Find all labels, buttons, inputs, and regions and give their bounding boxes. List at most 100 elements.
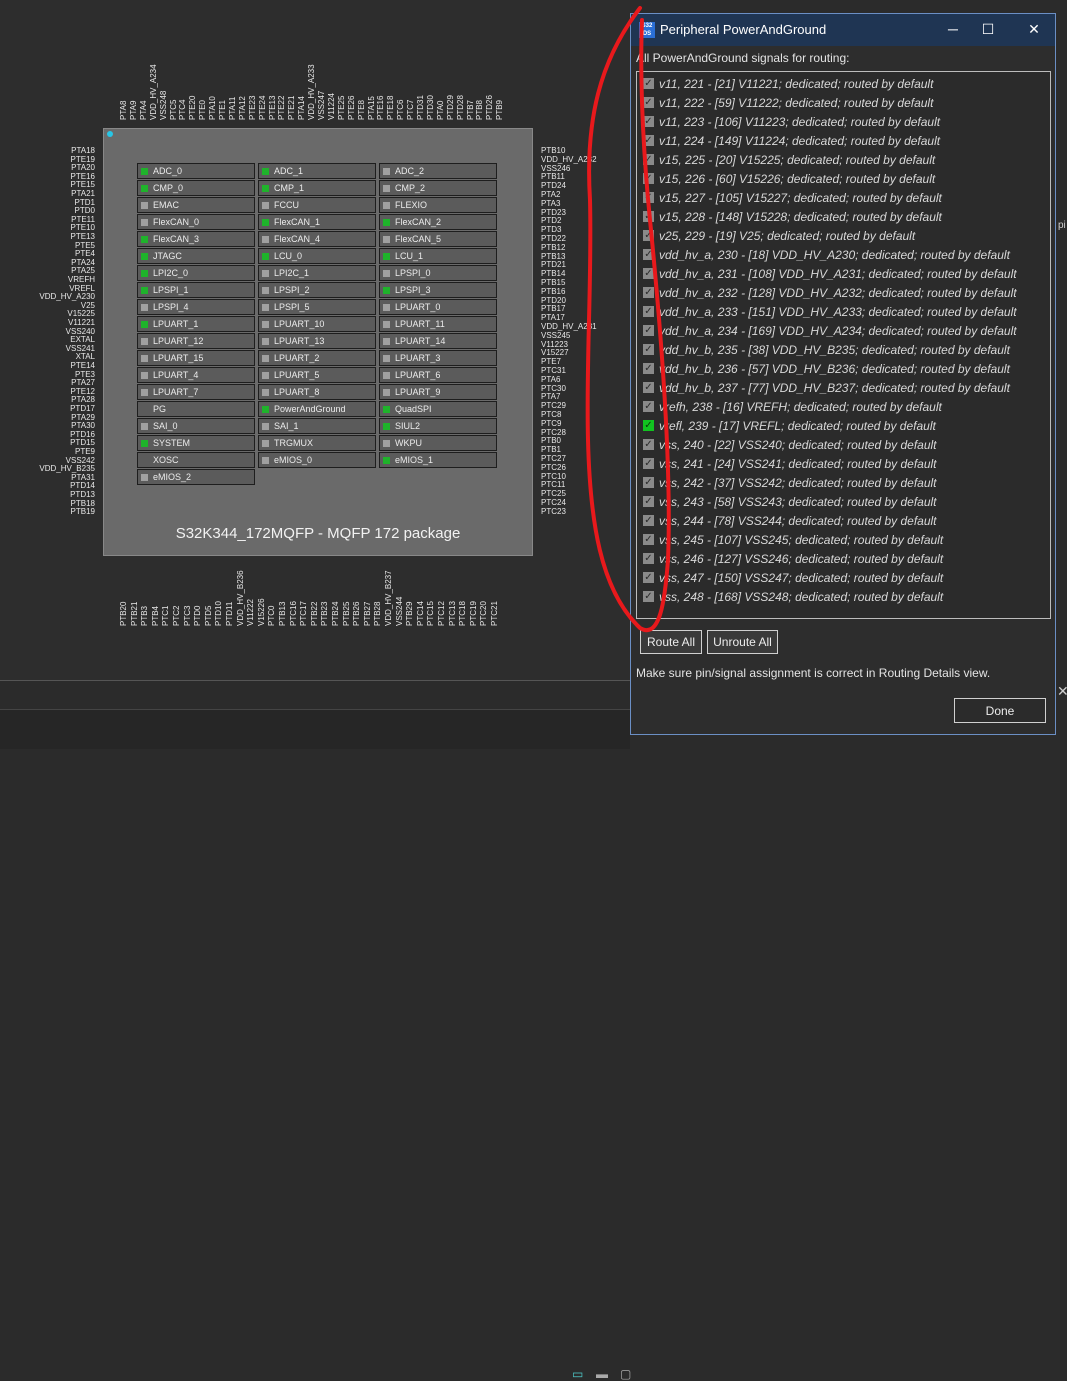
signal-item[interactable]: ✓ vrefh, 238 - [16] VREFH; dedicated; rou…	[637, 397, 1050, 416]
pin-label[interactable]: VDD_HV_A231	[541, 322, 597, 331]
signal-checkbox-icon[interactable]: ✓	[643, 515, 654, 526]
peripheral-cell[interactable]: LPI2C_0	[137, 265, 255, 281]
pin-label[interactable]: VDD_HV_A233	[307, 64, 316, 120]
peripheral-cell[interactable]: LPI2C_1	[258, 265, 376, 281]
pin-label[interactable]: PTC4	[178, 100, 187, 120]
signal-checkbox-icon[interactable]: ✓	[643, 116, 654, 127]
pin-label[interactable]: PTD0	[193, 606, 202, 626]
peripheral-cell[interactable]: FlexCAN_3	[137, 231, 255, 247]
pin-label[interactable]: PTC23	[541, 507, 566, 516]
peripheral-cell[interactable]: eMIOS_2	[137, 469, 255, 485]
signal-checkbox-icon[interactable]: ✓	[643, 135, 654, 146]
pin-label[interactable]: PTD5	[204, 606, 213, 626]
pin-label[interactable]: PTC16	[289, 601, 298, 626]
signal-item[interactable]: ✓ vss, 246 - [127] VSS246; dedicated; rou…	[637, 549, 1050, 568]
signal-item[interactable]: ✓ v15, 226 - [60] V15226; dedicated; rout…	[637, 169, 1050, 188]
signal-checkbox-icon[interactable]: ✓	[643, 420, 654, 431]
signal-item[interactable]: ✓ v15, 228 - [148] V15228; dedicated; rou…	[637, 207, 1050, 226]
pin-label[interactable]: PTE16	[376, 96, 385, 120]
peripheral-cell[interactable]: FlexCAN_4	[258, 231, 376, 247]
pin-label[interactable]: PTB13	[541, 252, 565, 261]
signal-item[interactable]: ✓ vss, 241 - [24] VSS241; dedicated; rout…	[637, 454, 1050, 473]
pin-label[interactable]: PTA14	[297, 96, 306, 120]
peripheral-cell[interactable]: FlexCAN_2	[379, 214, 497, 230]
peripheral-cell[interactable]: LPUART_1	[137, 316, 255, 332]
pin-label[interactable]: PTA4	[139, 101, 148, 120]
minimize-view-icon[interactable]: ▬	[596, 1368, 610, 1380]
signal-item[interactable]: ✓ vss, 240 - [22] VSS240; dedicated; rout…	[637, 435, 1050, 454]
pin-label[interactable]: PTD26	[485, 95, 494, 120]
pin-label[interactable]: PTB13	[278, 602, 287, 626]
pin-label[interactable]: PTC5	[169, 100, 178, 120]
signal-checkbox-icon[interactable]: ✓	[643, 496, 654, 507]
pin-label[interactable]: PTB16	[541, 287, 565, 296]
signal-checkbox-icon[interactable]: ✓	[643, 78, 654, 89]
pin-label[interactable]: PTC11	[541, 480, 565, 489]
peripheral-cell[interactable]: CMP_2	[379, 180, 497, 196]
minimize-icon[interactable]: ─	[943, 20, 963, 38]
signal-checkbox-icon[interactable]: ✓	[643, 249, 654, 260]
pin-label[interactable]: PTC18	[458, 601, 467, 626]
peripheral-cell[interactable]: LPUART_5	[258, 367, 376, 383]
pin-label[interactable]: VSS247	[317, 91, 326, 120]
signal-checkbox-icon[interactable]: ✓	[643, 591, 654, 602]
peripheral-cell[interactable]: WKPU	[379, 435, 497, 451]
done-button[interactable]: Done	[954, 698, 1046, 723]
peripheral-cell[interactable]: LPSPI_3	[379, 282, 497, 298]
signal-item[interactable]: ✓ vdd_hv_b, 235 - [38] VDD_HV_B235; dedic…	[637, 340, 1050, 359]
pin-label[interactable]: PTB27	[363, 602, 372, 626]
signal-item[interactable]: ✓ vrefl, 239 - [17] VREFL; dedicated; rou…	[637, 416, 1050, 435]
pin-label[interactable]: PTC25	[541, 489, 566, 498]
signal-checkbox-icon[interactable]: ✓	[643, 363, 654, 374]
signal-item[interactable]: ✓ vss, 248 - [168] VSS248; dedicated; rou…	[637, 587, 1050, 606]
pin-label[interactable]: PTE8	[357, 100, 366, 120]
pin-label[interactable]: V15226	[257, 598, 266, 626]
close-icon[interactable]: ✕	[1024, 20, 1044, 38]
peripheral-cell[interactable]: FlexCAN_1	[258, 214, 376, 230]
signal-item[interactable]: ✓ v11, 222 - [59] V11222; dedicated; rout…	[637, 93, 1050, 112]
pin-label[interactable]: PTE24	[258, 96, 267, 120]
signal-item[interactable]: ✓ v11, 221 - [21] V11221; dedicated; rout…	[637, 74, 1050, 93]
pin-label[interactable]: PTC14	[416, 601, 425, 626]
signal-item[interactable]: ✓ vdd_hv_a, 233 - [151] VDD_HV_A233; dedi…	[637, 302, 1050, 321]
pin-label[interactable]: PTC2	[172, 606, 181, 626]
pin-label[interactable]: V11223	[541, 340, 568, 349]
pin-label[interactable]: PTC26	[541, 463, 566, 472]
peripheral-cell[interactable]: FlexCAN_5	[379, 231, 497, 247]
signal-checkbox-icon[interactable]: ✓	[643, 97, 654, 108]
signal-checkbox-icon[interactable]: ✓	[643, 477, 654, 488]
signal-checkbox-icon[interactable]: ✓	[643, 401, 654, 412]
pin-label[interactable]: PTC21	[490, 601, 499, 626]
pin-label[interactable]: PTC15	[426, 601, 435, 626]
signal-item[interactable]: ✓ vdd_hv_b, 236 - [57] VDD_HV_B236; dedic…	[637, 359, 1050, 378]
pin-label[interactable]: PTD20	[541, 296, 566, 305]
peripheral-cell[interactable]: LPUART_6	[379, 367, 497, 383]
pin-label[interactable]: PTB15	[541, 278, 565, 287]
pin-label[interactable]: PTD29	[446, 95, 455, 120]
pin-label[interactable]: PTE0	[198, 100, 207, 120]
signal-checkbox-icon[interactable]: ✓	[643, 154, 654, 165]
pin-label[interactable]: PTA2	[541, 190, 560, 199]
signal-item[interactable]: ✓ vss, 242 - [37] VSS242; dedicated; rout…	[637, 473, 1050, 492]
peripheral-cell[interactable]: FLEXIO	[379, 197, 497, 213]
pin-label[interactable]: PTB21	[130, 602, 139, 626]
pin-label[interactable]: VSS248	[159, 91, 168, 120]
pin-label[interactable]: PTA9	[129, 101, 138, 120]
pin-label[interactable]: PTE25	[337, 96, 346, 120]
pin-label[interactable]: PTB22	[310, 602, 319, 626]
peripheral-cell[interactable]: LPUART_3	[379, 350, 497, 366]
pin-label[interactable]: PTE7	[541, 357, 561, 366]
pin-label[interactable]: PTC7	[406, 100, 415, 120]
peripheral-cell[interactable]: LPSPI_2	[258, 282, 376, 298]
pin-label[interactable]: PTC24	[541, 498, 566, 507]
peripheral-cell[interactable]: eMIOS_1	[379, 452, 497, 468]
pin-label[interactable]: PTD11	[225, 602, 234, 626]
pin-label[interactable]: PTB14	[541, 269, 565, 278]
pin-label[interactable]: PTC31	[541, 366, 566, 375]
signal-item[interactable]: ✓ vdd_hv_a, 232 - [128] VDD_HV_A232; dedi…	[637, 283, 1050, 302]
peripheral-cell[interactable]: JTAGC	[137, 248, 255, 264]
pin-label[interactable]: VDD_HV_A232	[541, 155, 597, 164]
pin-label[interactable]: PTA17	[541, 313, 565, 322]
pin-label[interactable]: PTB0	[541, 436, 561, 445]
signal-item[interactable]: ✓ vss, 247 - [150] VSS247; dedicated; rou…	[637, 568, 1050, 587]
